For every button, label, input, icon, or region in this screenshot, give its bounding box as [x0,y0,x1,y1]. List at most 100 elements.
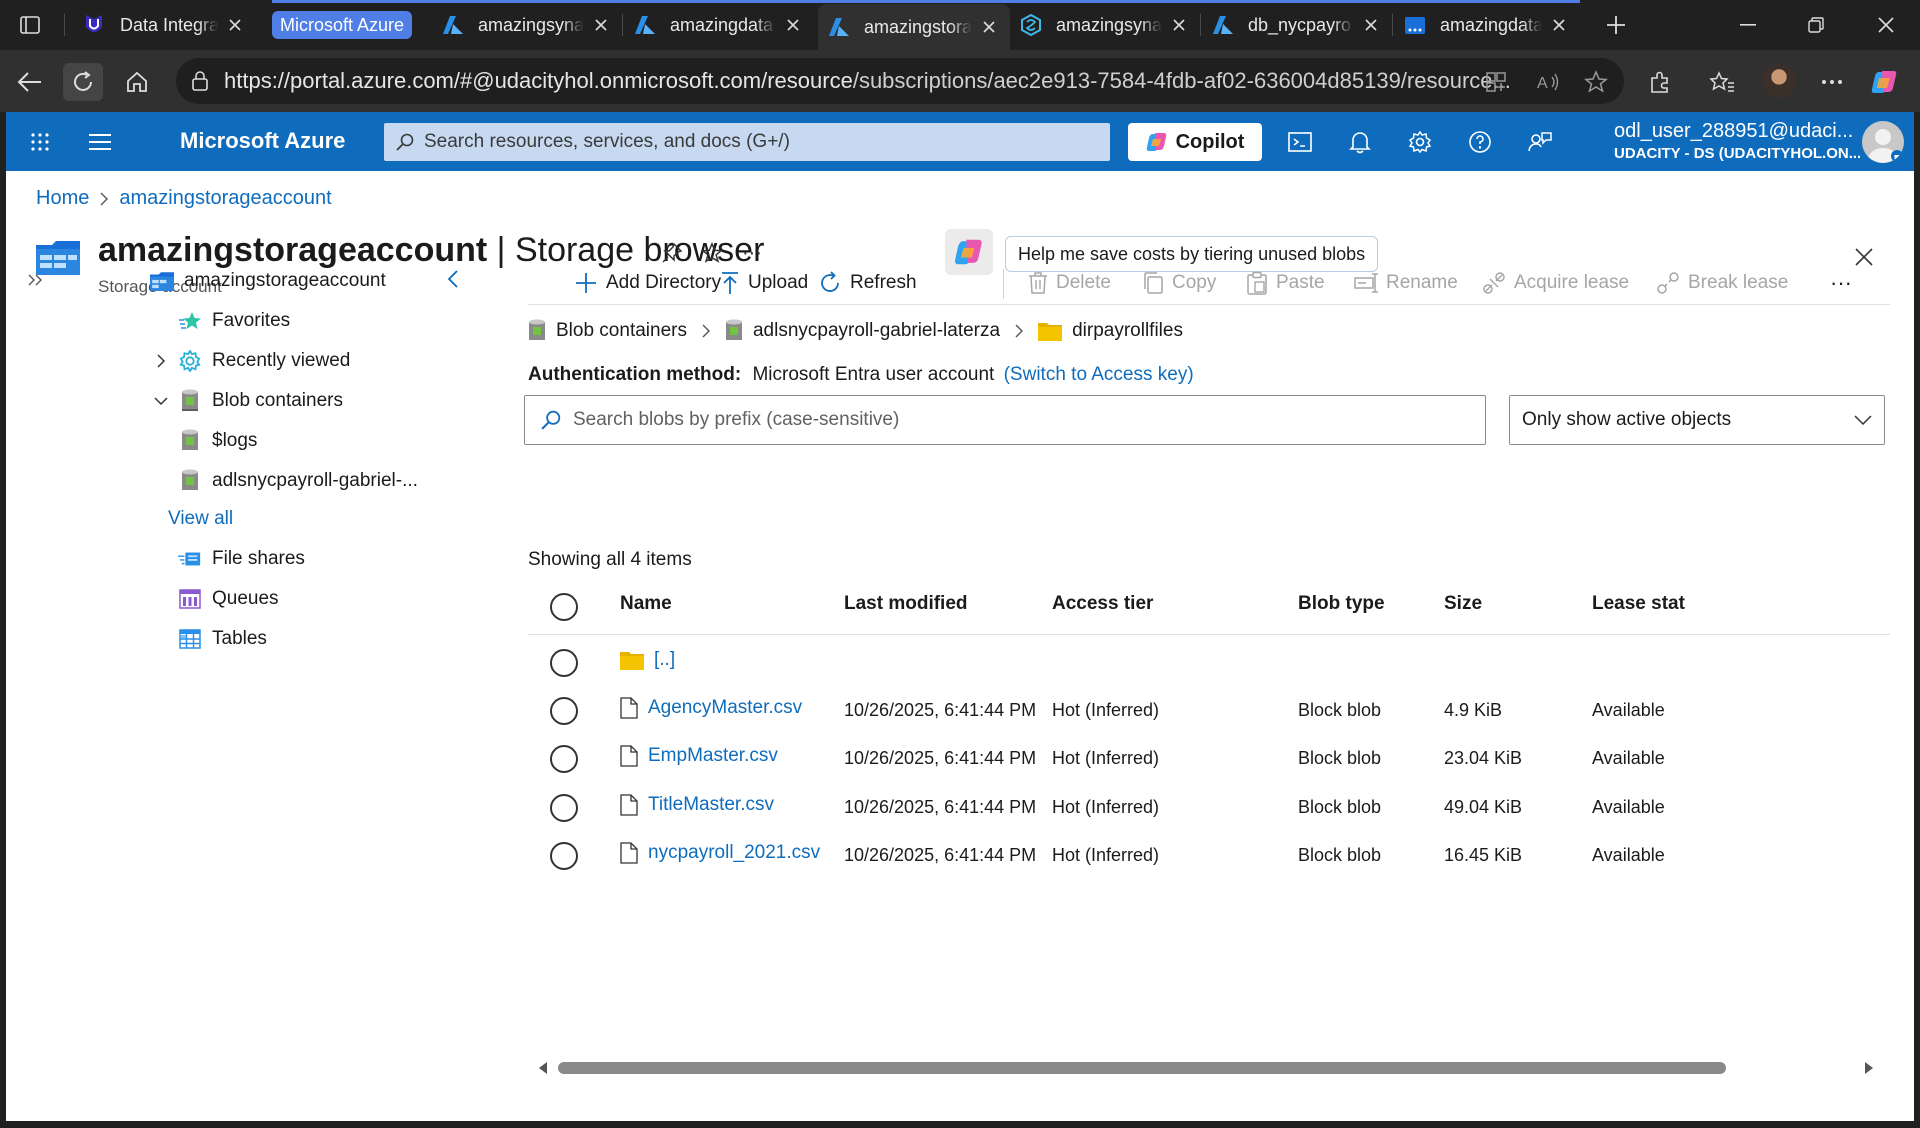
rename-button[interactable]: Rename [1354,267,1458,299]
acquire-lease-button[interactable]: Acquire lease [1482,267,1629,299]
horizontal-scrollbar[interactable] [528,1057,1890,1079]
table-row-parent[interactable]: [..] [528,643,1890,683]
paste-button[interactable]: Paste [1246,267,1325,299]
app-launcher-icon[interactable] [22,124,58,160]
tab-amazingstorage-active[interactable]: amazingstora [818,4,1010,50]
collapse-tree-icon[interactable] [447,269,459,289]
close-icon[interactable] [978,16,1000,38]
column-header-blob-type[interactable]: Blob type [1298,593,1385,615]
extensions-icon[interactable] [1640,63,1680,101]
tab-actions-icon[interactable] [12,8,48,42]
path-root-link[interactable]: Blob containers [556,320,687,342]
active-objects-filter-dropdown[interactable]: Only show active objects [1509,395,1885,445]
chevron-down-icon[interactable] [150,390,172,412]
tab-group-label[interactable]: Microsoft Azure [272,11,413,39]
blob-search-input[interactable] [573,409,1453,431]
tab-db-nycpayroll[interactable]: db_nycpayro [1202,6,1392,44]
lock-icon[interactable] [190,70,210,92]
tab-amazingsynapse-1[interactable]: amazingsyna [432,6,622,44]
close-icon[interactable] [1360,14,1382,36]
back-icon[interactable] [10,63,50,101]
copilot-button[interactable]: Copilot [1128,123,1262,161]
user-avatar-icon[interactable] [1862,121,1904,163]
global-search-input[interactable] [424,131,1074,153]
reload-icon[interactable] [63,63,103,101]
blob-name-link[interactable]: AgencyMaster.csv [648,697,802,719]
row-select-radio[interactable] [550,745,578,773]
help-icon[interactable] [1462,124,1498,160]
table-row[interactable]: TitleMaster.csv 10/26/2025, 6:41:44 PM H… [528,788,1890,828]
copilot-sidebar-icon[interactable] [1864,63,1904,101]
view-all-link[interactable]: View all [168,501,233,537]
row-select-radio[interactable] [550,794,578,822]
view-all-label[interactable]: View all [168,508,233,530]
row-select-radio[interactable] [550,842,578,870]
tree-item-tables[interactable]: Tables [178,621,267,657]
breadcrumb-resource-link[interactable]: amazingstorageaccount [119,187,331,210]
tab-amazingsynapse-2[interactable]: amazingsyna [1010,6,1200,44]
chevron-right-icon[interactable] [150,350,172,372]
tree-item-file-shares[interactable]: File shares [178,541,305,577]
tree-item-recently-viewed[interactable]: Recently viewed [178,343,350,379]
close-icon[interactable] [782,14,804,36]
copy-button[interactable]: Copy [1142,267,1216,299]
minimize-icon[interactable] [1716,0,1780,50]
select-all-radio[interactable] [550,593,578,621]
blob-prefix-search[interactable] [524,395,1486,445]
row-select-radio[interactable] [550,697,578,725]
tree-item-queues[interactable]: Queues [178,581,279,617]
favorite-star-icon[interactable] [1576,63,1616,101]
restore-icon[interactable] [1784,0,1848,50]
feedback-icon[interactable] [1522,124,1558,160]
table-row[interactable]: AgencyMaster.csv 10/26/2025, 6:41:44 PM … [528,691,1890,731]
close-icon[interactable] [590,14,612,36]
column-header-size[interactable]: Size [1444,593,1482,615]
account-menu[interactable]: odl_user_288951@udaci... UDACITY - DS (U… [1614,120,1860,162]
read-aloud-icon[interactable]: A [1528,63,1568,101]
tree-item-favorites[interactable]: Favorites [178,303,290,339]
more-icon[interactable] [1812,63,1852,101]
address-bar[interactable]: https://portal.azure.com/#@udacityhol.on… [176,58,1624,104]
close-icon[interactable] [1168,14,1190,36]
hamburger-menu-icon[interactable] [82,124,118,160]
tree-item-container-adlsnycpayroll[interactable]: adlsnycpayroll-gabriel-... [178,463,418,499]
favorites-bar-icon[interactable] [1702,63,1742,101]
brand-name[interactable]: Microsoft Azure [180,128,345,154]
add-directory-button[interactable]: Add Directory [574,267,721,299]
tab-data-integration[interactable]: Data Integrat [72,6,256,44]
home-icon[interactable] [117,63,157,101]
tree-item-blob-containers[interactable]: Blob containers [178,383,343,419]
close-icon[interactable] [1548,14,1570,36]
upload-button[interactable]: Upload [720,267,808,299]
blob-name-link[interactable]: nycpayroll_2021.csv [648,842,820,864]
cloud-shell-icon[interactable] [1282,124,1318,160]
blob-name-link[interactable]: TitleMaster.csv [648,794,774,816]
settings-gear-icon[interactable] [1402,124,1438,160]
app-available-icon[interactable] [1476,63,1516,101]
more-commands-icon[interactable]: ··· [1830,267,1852,299]
tab-amazingdata-2[interactable]: amazingdata [1394,6,1580,44]
tab-amazingdata-1[interactable]: amazingdata [624,6,814,44]
column-header-lease-state[interactable]: Lease stat [1592,593,1685,615]
expand-menu-icon[interactable] [20,265,50,295]
scroll-left-arrow-icon[interactable] [536,1061,550,1075]
parent-directory-link[interactable]: [..] [654,649,675,671]
new-tab-icon[interactable] [1598,8,1634,42]
tree-item-container-logs[interactable]: $logs [178,423,257,459]
table-row[interactable]: EmpMaster.csv 10/26/2025, 6:41:44 PM Hot… [528,739,1890,779]
refresh-button[interactable]: Refresh [818,267,917,299]
window-close-icon[interactable] [1854,0,1918,50]
tree-item-root[interactable]: amazingstorageaccount [150,263,386,299]
column-header-last-modified[interactable]: Last modified [844,593,968,615]
path-directory-label[interactable]: dirpayrollfiles [1072,320,1183,342]
table-row[interactable]: nycpayroll_2021.csv 10/26/2025, 6:41:44 … [528,836,1890,876]
profile-avatar[interactable] [1762,64,1796,98]
column-header-access-tier[interactable]: Access tier [1052,593,1153,615]
break-lease-button[interactable]: Break lease [1656,267,1788,299]
blob-name-link[interactable]: EmpMaster.csv [648,745,778,767]
path-container-link[interactable]: adlsnycpayroll-gabriel-laterza [753,320,1000,342]
breadcrumb-home-link[interactable]: Home [36,187,89,210]
scroll-right-arrow-icon[interactable] [1862,1061,1876,1075]
column-header-name[interactable]: Name [620,593,672,615]
delete-button[interactable]: Delete [1028,267,1111,299]
